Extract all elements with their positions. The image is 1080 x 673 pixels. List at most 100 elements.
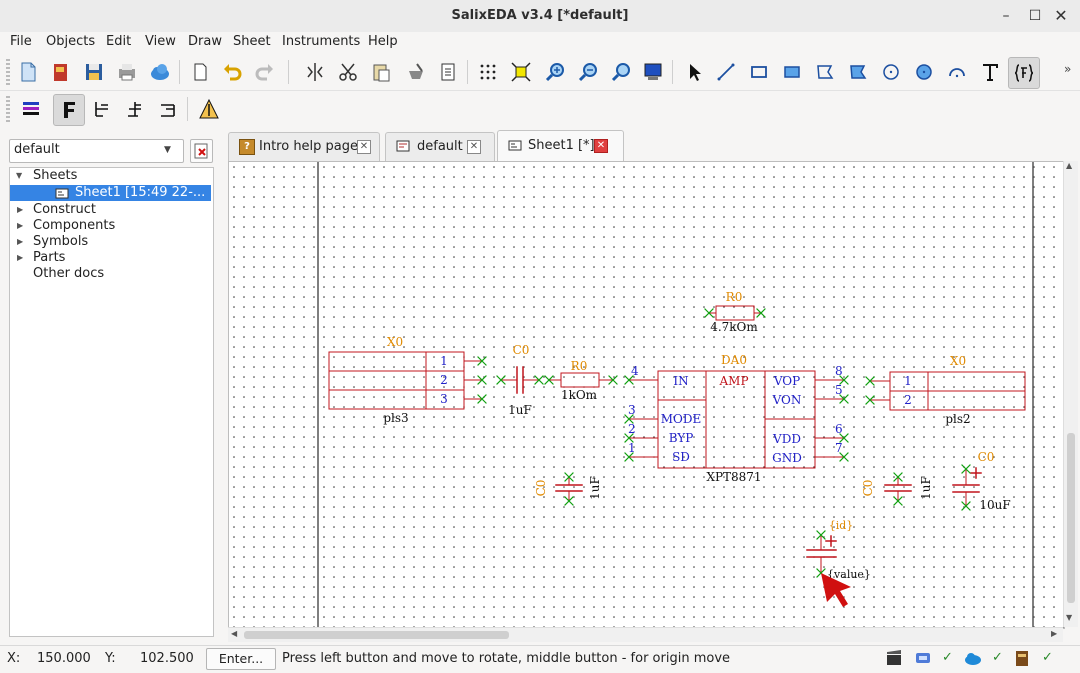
mirror-button[interactable] bbox=[302, 59, 328, 85]
cut-button[interactable] bbox=[335, 59, 361, 85]
filled-circle-tool-button[interactable] bbox=[911, 59, 937, 85]
rect-tool-button[interactable] bbox=[746, 59, 772, 85]
undo-button[interactable] bbox=[219, 59, 245, 85]
network-icon[interactable] bbox=[913, 648, 935, 668]
field-tool-button[interactable] bbox=[1008, 57, 1040, 89]
collapsed-arrow-icon[interactable]: ▶ bbox=[17, 202, 23, 218]
zoom-out-button[interactable] bbox=[575, 59, 601, 85]
new-file-icon bbox=[21, 62, 36, 82]
x0-right-ref: X0 bbox=[950, 354, 966, 368]
menu-draw[interactable]: Draw bbox=[188, 33, 222, 51]
zoom-window-button[interactable] bbox=[608, 59, 634, 85]
cloud-icon bbox=[151, 64, 169, 80]
delete-icon bbox=[194, 143, 208, 159]
clapperboard-icon[interactable] bbox=[884, 648, 906, 668]
redo-button[interactable] bbox=[252, 59, 278, 85]
maximize-button[interactable]: ☐ bbox=[1025, 6, 1045, 26]
da0-pin-name: BYP bbox=[669, 431, 694, 445]
zoom-in-button[interactable] bbox=[542, 59, 568, 85]
grid-button[interactable] bbox=[475, 59, 501, 85]
toolbar-separator bbox=[288, 60, 289, 84]
collapsed-arrow-icon[interactable]: ▶ bbox=[17, 218, 23, 234]
display-button[interactable] bbox=[640, 59, 666, 85]
horizontal-scroll-thumb[interactable] bbox=[244, 631, 509, 639]
vertical-scrollbar[interactable]: ▲ ▼ bbox=[1063, 161, 1078, 627]
tree-item-components[interactable]: ▶ Components bbox=[10, 218, 211, 234]
tree-item-sheet1[interactable]: Sheet1 [15:49 22-... bbox=[10, 185, 211, 201]
toolbar-grip[interactable] bbox=[6, 96, 10, 122]
close-window-button[interactable]: ✕ bbox=[1051, 6, 1071, 26]
expanded-arrow-icon[interactable]: ▼ bbox=[16, 168, 22, 184]
tree-item-construct[interactable]: ▶ Construct bbox=[10, 202, 211, 218]
schematic-canvas[interactable]: X0 pls3 1 2 3 C0 1uF R0 1kOm R0 4.7kOm D… bbox=[228, 161, 1065, 629]
scroll-down-icon[interactable]: ▼ bbox=[1066, 613, 1072, 622]
status-message: Press left button and move to rotate, mi… bbox=[282, 651, 731, 666]
text-tool-button[interactable] bbox=[977, 59, 1003, 85]
minimize-button[interactable]: – bbox=[996, 6, 1016, 26]
circle-tool-button[interactable] bbox=[878, 59, 904, 85]
delete-project-button[interactable] bbox=[190, 139, 213, 163]
schematic-sheet-icon bbox=[508, 138, 522, 152]
align-left-button[interactable] bbox=[89, 96, 115, 122]
print-button[interactable] bbox=[114, 59, 140, 85]
new-sheet-button[interactable] bbox=[187, 59, 213, 85]
cloud-button[interactable] bbox=[147, 59, 173, 85]
tree-item-other-docs[interactable]: Other docs bbox=[10, 266, 211, 282]
collapsed-arrow-icon[interactable]: ▶ bbox=[17, 234, 23, 250]
menu-objects[interactable]: Objects bbox=[46, 33, 95, 51]
paste-button[interactable] bbox=[368, 59, 394, 85]
toolbar-grip[interactable] bbox=[6, 59, 10, 85]
select-tool-button[interactable] bbox=[681, 59, 707, 85]
chevron-down-icon[interactable]: ▼ bbox=[164, 140, 171, 160]
menu-view[interactable]: View bbox=[145, 33, 176, 51]
library-icon[interactable] bbox=[1012, 648, 1034, 668]
menu-file[interactable]: File bbox=[10, 33, 32, 51]
filled-polygon-tool-button[interactable] bbox=[845, 59, 871, 85]
properties-button[interactable] bbox=[435, 59, 461, 85]
save-button[interactable] bbox=[81, 59, 107, 85]
tab-intro-help[interactable]: ? Intro help page ✕ bbox=[228, 132, 380, 161]
r0-top-ref: R0 bbox=[726, 290, 743, 304]
filled-rectangle-icon bbox=[784, 66, 800, 78]
line-tool-button[interactable] bbox=[713, 59, 739, 85]
polygon-tool-button[interactable] bbox=[812, 59, 838, 85]
font-bold-button[interactable] bbox=[53, 94, 85, 126]
tab-sheet1[interactable]: Sheet1 [*] ✕ bbox=[497, 130, 624, 162]
tree-item-parts[interactable]: ▶ Parts bbox=[10, 250, 211, 266]
filled-polygon-icon bbox=[850, 65, 867, 79]
clone-button[interactable] bbox=[403, 59, 429, 85]
close-tab-icon[interactable]: ✕ bbox=[357, 140, 371, 154]
tree-item-sheets[interactable]: ▼ Sheets bbox=[10, 168, 211, 184]
layers-button[interactable] bbox=[18, 96, 44, 122]
arc-tool-button[interactable] bbox=[944, 59, 970, 85]
open-project-button[interactable] bbox=[48, 59, 74, 85]
menu-sheet[interactable]: Sheet bbox=[233, 33, 271, 51]
zoom-fit-button[interactable] bbox=[508, 59, 534, 85]
enter-coordinates-button[interactable]: Enter... bbox=[206, 648, 276, 670]
y-value: 102.500 bbox=[140, 651, 194, 666]
x0-left-ref: X0 bbox=[387, 335, 403, 349]
tab-default[interactable]: default ✕ bbox=[385, 132, 495, 161]
filled-rect-tool-button[interactable] bbox=[779, 59, 805, 85]
scroll-up-icon[interactable]: ▲ bbox=[1066, 161, 1072, 170]
floppy-icon bbox=[86, 64, 102, 80]
scroll-left-icon[interactable]: ◀ bbox=[231, 629, 237, 638]
collapsed-arrow-icon[interactable]: ▶ bbox=[17, 250, 23, 266]
schematic-drawing[interactable]: X0 pls3 1 2 3 C0 1uF R0 1kOm R0 4.7kOm D… bbox=[229, 162, 1064, 628]
text-direction-button[interactable] bbox=[196, 96, 222, 122]
align-right-button[interactable] bbox=[155, 96, 181, 122]
scroll-right-icon[interactable]: ▶ bbox=[1051, 629, 1057, 638]
horizontal-scrollbar[interactable]: ◀ ▶ bbox=[228, 627, 1063, 642]
vertical-scroll-thumb[interactable] bbox=[1067, 433, 1075, 603]
menu-edit[interactable]: Edit bbox=[106, 33, 131, 51]
close-tab-icon[interactable]: ✕ bbox=[467, 140, 481, 154]
cloud-sync-icon[interactable] bbox=[963, 648, 985, 668]
align-center-button[interactable] bbox=[122, 96, 148, 122]
new-project-button[interactable] bbox=[15, 59, 41, 85]
text-icon bbox=[983, 64, 998, 81]
menu-help[interactable]: Help bbox=[368, 33, 398, 51]
tree-item-symbols[interactable]: ▶ Symbols bbox=[10, 234, 211, 250]
toolbar-overflow-icon[interactable]: » bbox=[1064, 62, 1071, 76]
menu-instruments[interactable]: Instruments bbox=[282, 33, 360, 51]
close-tab-icon[interactable]: ✕ bbox=[594, 139, 608, 153]
